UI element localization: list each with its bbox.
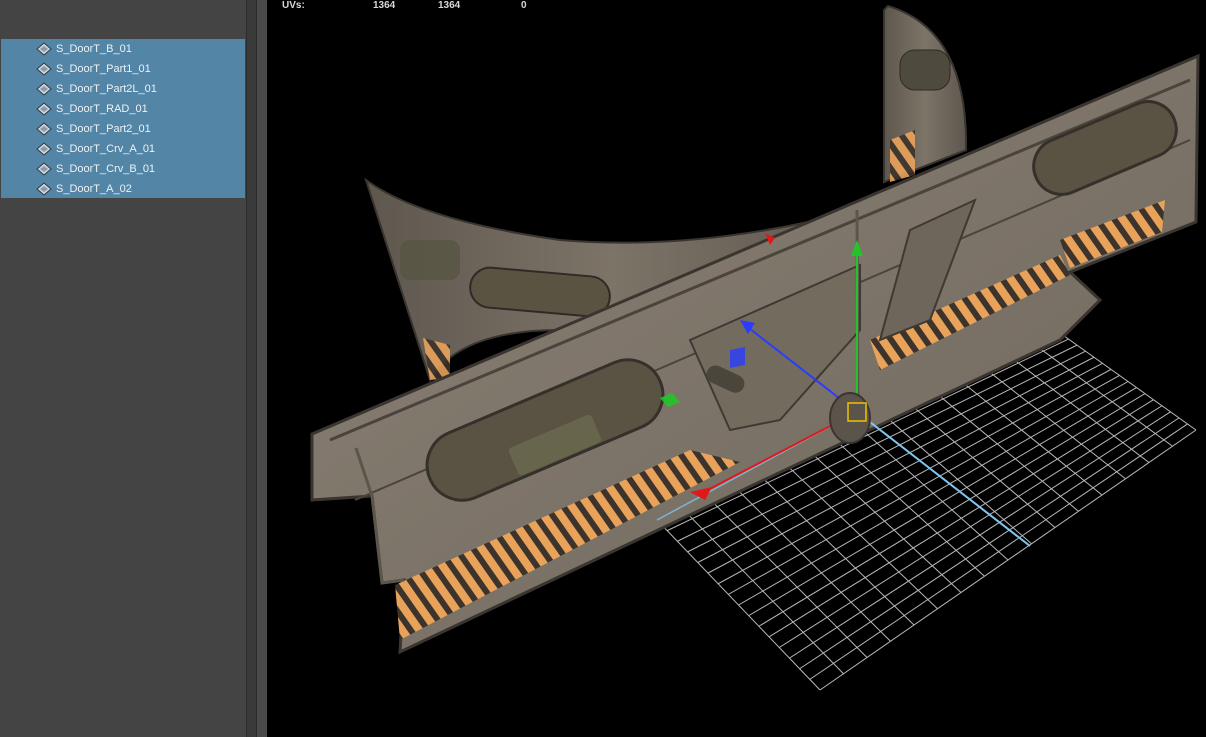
grid-line [1009, 355, 1150, 463]
outliner-item-label: S_DoorT_Crv_B_01 [56, 163, 156, 175]
grid-line [984, 367, 1126, 480]
outliner-item[interactable]: S_DoorT_B_01 [1, 39, 245, 59]
mesh-transform-icon [36, 142, 52, 156]
outliner-item-label: S_DoorT_A_02 [56, 183, 132, 195]
grid-line [883, 414, 1032, 545]
mesh-transform-icon [36, 182, 52, 196]
outliner-item[interactable]: S_DoorT_Part2L_01 [1, 79, 245, 99]
mesh-transform-icon [36, 162, 52, 176]
scene-render [310, 4, 1200, 691]
outliner-item[interactable]: S_DoorT_Crv_B_01 [1, 159, 245, 179]
outliner-item[interactable]: S_DoorT_Part2_01 [1, 119, 245, 139]
mesh-transform-icon [36, 62, 52, 76]
outliner-item[interactable]: S_DoorT_A_02 [1, 179, 245, 199]
curved-wall-back [883, 4, 968, 184]
grid-line [799, 417, 1180, 670]
viewport-toolbar-strip [257, 0, 267, 737]
mesh-transform-icon [36, 122, 52, 136]
outliner-item-label: S_DoorT_Crv_A_01 [56, 143, 156, 155]
mesh-transform-icon [36, 102, 52, 116]
outliner-item[interactable]: S_DoorT_Part1_01 [1, 59, 245, 79]
outliner-panel: S_DoorT_B_01 S_DoorT_Part1_01 S_DoorT_Pa… [0, 0, 246, 737]
outliner-list: S_DoorT_B_01 S_DoorT_Part1_01 S_DoorT_Pa… [1, 39, 245, 198]
mesh-transform-icon [36, 82, 52, 96]
grid-line [809, 423, 1188, 680]
outliner-item-label: S_DoorT_Part2_01 [56, 123, 151, 135]
outliner-item-label: S_DoorT_RAD_01 [56, 103, 148, 115]
outliner-header [0, 0, 246, 38]
3d-viewport[interactable]: UVs: 1364 1364 0 [267, 0, 1206, 737]
outliner-item-label: S_DoorT_Part1_01 [56, 63, 151, 75]
mesh-transform-icon [36, 42, 52, 56]
outliner-item-label: S_DoorT_B_01 [56, 43, 132, 55]
grid-line [789, 411, 1171, 659]
panel-splitter[interactable] [246, 0, 257, 737]
grid-line [819, 429, 1197, 691]
outliner-item-label: S_DoorT_Part2L_01 [56, 83, 157, 95]
grid-line [933, 391, 1079, 512]
outliner-item[interactable]: S_DoorT_Crv_A_01 [1, 139, 245, 159]
outliner-item[interactable]: S_DoorT_RAD_01 [1, 99, 245, 119]
